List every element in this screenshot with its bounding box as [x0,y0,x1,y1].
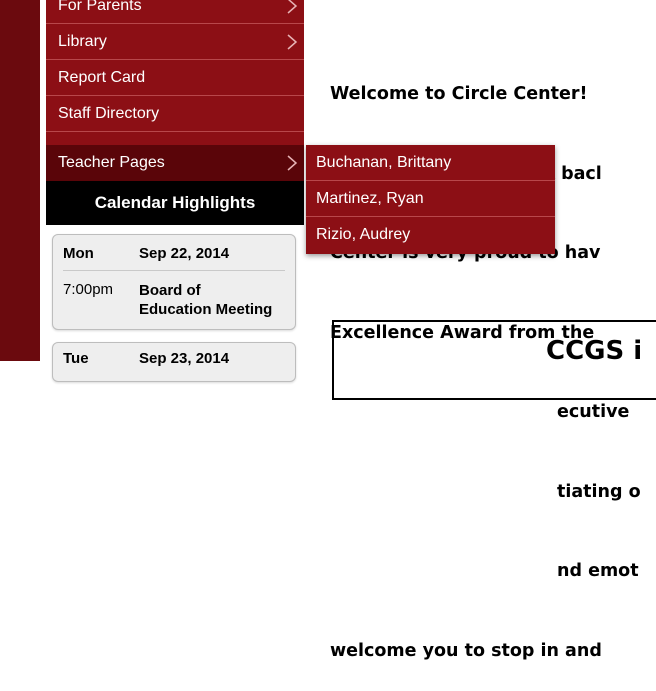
left-accent-strip [0,0,40,361]
welcome-line: tiating o [557,481,641,502]
nav-item-label: Library [58,33,107,50]
nav-item-staff-directory[interactable]: Staff Directory [46,96,304,132]
nav-item-report-card[interactable]: Report Card [46,60,304,96]
welcome-line: nd emot [557,561,639,581]
ccgs-banner-box: CCGS i [332,320,656,400]
event-date: Sep 22, 2014 [139,245,230,262]
submenu-item-buchanan[interactable]: Buchanan, Brittany [306,145,555,181]
event-title-line: Education Meeting [139,301,273,318]
nav-item-label: For Parents [58,0,142,14]
nav-item-teacher-pages[interactable]: Teacher Pages [46,145,304,181]
event-day: Tue [63,350,89,367]
calendar-event-card[interactable]: Mon Sep 22, 2014 7:00pm Board of Educati… [52,234,296,330]
event-title-line: Board of [139,282,201,299]
nav-item-label: Staff Directory [58,105,160,122]
event-date: Sep 23, 2014 [139,350,230,367]
welcome-line: welcome you to stop in and [330,640,602,661]
submenu-item-martinez[interactable]: Martinez, Ryan [306,181,555,217]
submenu-item-rizio[interactable]: Rizio, Audrey [306,217,555,253]
event-day: Mon [63,245,94,262]
chevron-right-icon [286,155,298,171]
nav-item-for-parents[interactable]: For Parents [46,0,304,24]
chevron-right-icon [286,0,298,14]
nav-item-library[interactable]: Library [46,24,304,60]
welcome-line: ecutive [557,402,636,422]
event-time: 7:00pm [63,281,114,298]
ccgs-banner-title: CCGS i [546,336,643,366]
main-nav-menu: For Parents Library Report Card Staff Di… [46,0,304,181]
event-title[interactable]: Board of Education Meeting [139,281,299,319]
chevron-right-icon [286,34,298,50]
welcome-line: Welcome to Circle Center! [330,84,588,104]
nav-item-label: Report Card [58,69,146,86]
calendar-event-card[interactable]: Tue Sep 23, 2014 [52,342,296,382]
event-divider [63,270,285,271]
nav-item-label: Teacher Pages [58,154,165,171]
calendar-highlights-header: Calendar Highlights [46,181,304,225]
teacher-pages-submenu: Buchanan, Brittany Martinez, Ryan Rizio,… [306,145,555,254]
